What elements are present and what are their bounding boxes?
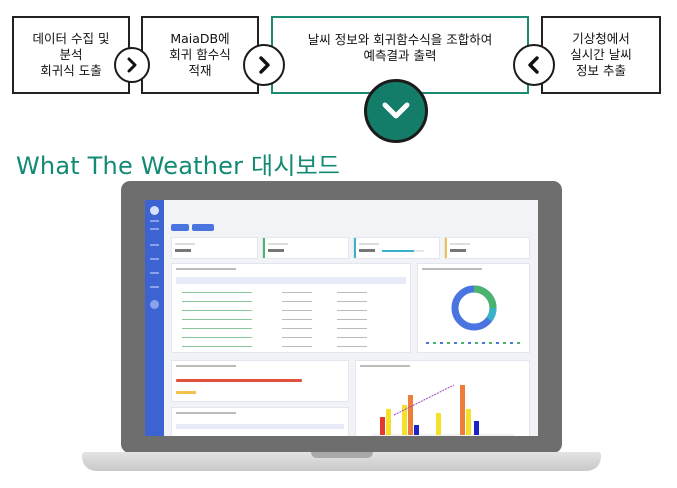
- chevron-right-icon: [127, 57, 137, 73]
- connector-2: [243, 44, 285, 86]
- step-label: 기상청에서 실시간 날씨 정보 추출: [570, 31, 632, 78]
- step-label: 날씨 정보와 회귀함수식을 조합하여 예측결과 출력: [307, 32, 493, 63]
- step-label: MaiaDB에 회귀 함수식 적재: [169, 31, 231, 78]
- dashboard-title: What The Weather 대시보드: [16, 152, 341, 180]
- chevron-left-icon: [528, 56, 539, 74]
- connector-3: [513, 44, 555, 86]
- connector-1: [114, 47, 150, 83]
- chevron-right-icon: [259, 56, 270, 74]
- step-maiadb-load: MaiaDB에 회귀 함수식 적재: [141, 16, 259, 94]
- dashboard-screenshot: [145, 200, 538, 436]
- step-label: 데이터 수집 및 분석 회귀식 도출: [32, 31, 110, 78]
- chevron-down-icon: [382, 102, 410, 119]
- laptop-notch: [311, 452, 373, 458]
- dashboard-sidebar: [145, 200, 164, 436]
- step-data-collection: 데이터 수집 및 분석 회귀식 도출: [12, 16, 130, 94]
- connector-down: [364, 79, 428, 143]
- step-kma-weather: 기상청에서 실시간 날씨 정보 추출: [541, 16, 661, 94]
